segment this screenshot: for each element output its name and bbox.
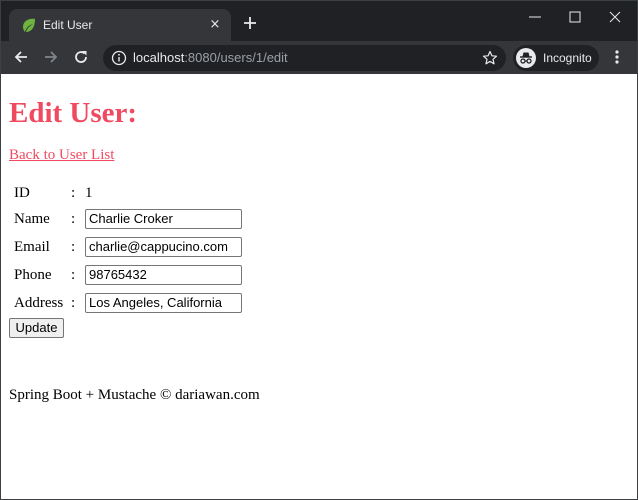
page-title: Edit User:: [9, 97, 138, 129]
browser-window: Edit User × localhost:8080/users/1/edit …: [0, 0, 638, 500]
separator: :: [71, 295, 76, 311]
separator: :: [71, 239, 76, 255]
maximize-icon[interactable]: [561, 7, 589, 27]
kebab-menu-icon[interactable]: [610, 48, 624, 66]
phone-field[interactable]: 98765432: [85, 265, 242, 285]
tab-edit-user[interactable]: Edit User ×: [9, 9, 231, 41]
url-path: :8080/users/1/edit: [184, 50, 288, 65]
window-close-icon[interactable]: [601, 7, 629, 27]
info-icon[interactable]: [111, 50, 127, 66]
separator: :: [71, 267, 76, 283]
tab-close-icon[interactable]: ×: [207, 17, 223, 33]
page-content: Edit User: Back to User List ID : 1 Name…: [1, 74, 637, 499]
id-label: ID: [14, 185, 30, 201]
back-to-user-list-link[interactable]: Back to User List: [9, 146, 114, 164]
url-host: localhost: [133, 50, 185, 65]
address-field[interactable]: Los Angeles, California: [85, 293, 242, 313]
incognito-label: Incognito: [543, 51, 592, 65]
url-text: localhost:8080/users/1/edit: [133, 50, 288, 66]
email-label: Email: [14, 239, 50, 255]
star-icon[interactable]: [482, 50, 498, 66]
name-field[interactable]: Charlie Croker: [85, 209, 242, 229]
address-label: Address: [14, 295, 64, 311]
reload-icon[interactable]: [72, 48, 90, 66]
name-label: Name: [14, 211, 50, 227]
separator: :: [71, 211, 76, 227]
phone-label: Phone: [14, 267, 52, 283]
browser-toolbar: localhost:8080/users/1/edit Incognito: [1, 41, 637, 74]
minimize-icon[interactable]: [521, 7, 549, 27]
incognito-icon: [516, 48, 536, 68]
tab-strip: Edit User ×: [1, 1, 637, 41]
arrow-right-icon[interactable]: [42, 48, 60, 66]
arrow-left-icon[interactable]: [12, 48, 30, 66]
incognito-badge[interactable]: Incognito: [513, 45, 599, 71]
spring-leaf-icon: [23, 18, 35, 32]
new-tab-plus-icon[interactable]: [241, 14, 259, 32]
email-field[interactable]: charlie@cappucino.com: [85, 237, 242, 257]
update-button[interactable]: Update: [9, 318, 64, 338]
footer-text: Spring Boot + Mustache © dariawan.com: [9, 387, 260, 403]
tab-title: Edit User: [43, 18, 93, 32]
id-value: 1: [85, 185, 93, 201]
address-bar[interactable]: localhost:8080/users/1/edit: [103, 45, 506, 71]
separator: :: [71, 185, 76, 201]
